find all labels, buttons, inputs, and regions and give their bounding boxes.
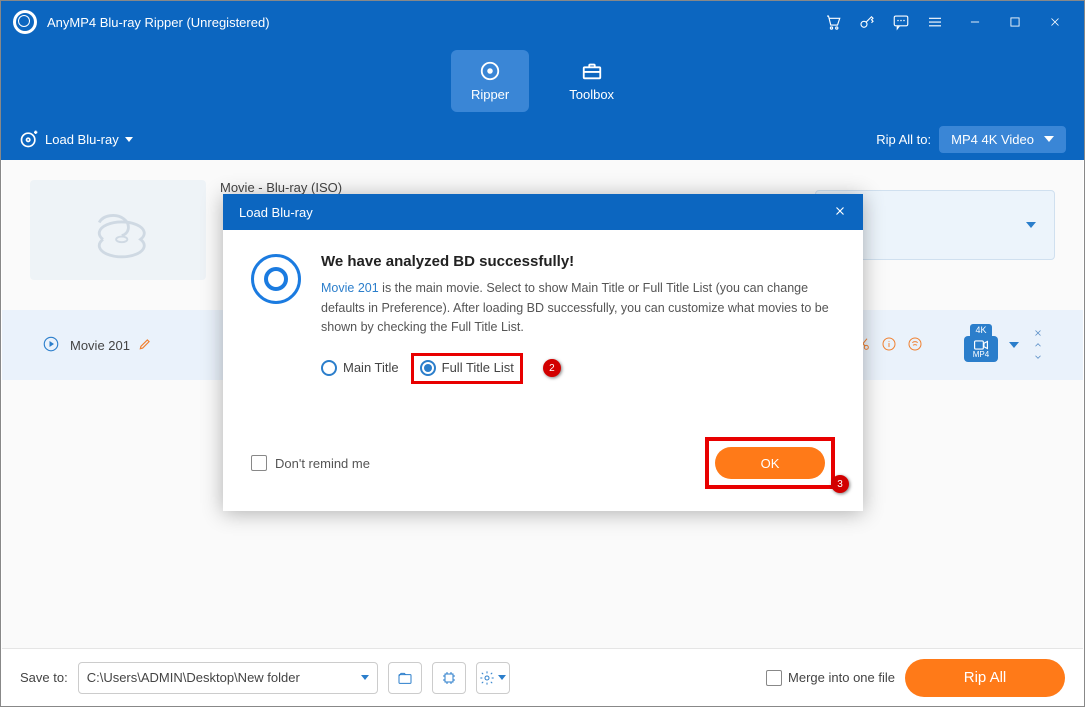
app-logo-icon: [13, 10, 37, 34]
chevron-down-icon[interactable]: [1009, 342, 1019, 348]
gpu-accel-button[interactable]: [432, 662, 466, 694]
info-icon[interactable]: [881, 336, 897, 355]
dialog-text: We have analyzed BD successfully! Movie …: [321, 250, 835, 384]
dialog-title: Load Blu-ray: [239, 205, 313, 220]
load-bluray-label: Load Blu-ray: [45, 132, 119, 147]
tab-toolbox[interactable]: Toolbox: [549, 50, 634, 112]
close-button[interactable]: [1040, 7, 1070, 37]
chevron-down-icon: [498, 675, 506, 680]
dialog-body: We have analyzed BD successfully! Movie …: [223, 230, 863, 404]
record-icon: [479, 60, 501, 82]
highlight-box-3: OK 3: [705, 437, 835, 489]
radio-main-title[interactable]: Main Title: [321, 358, 399, 378]
track-actions: [855, 336, 923, 355]
output-format-label: MP4 4K Video: [951, 132, 1034, 147]
key-icon[interactable]: [852, 7, 882, 37]
menu-icon[interactable]: [920, 7, 950, 37]
disc-icon: [251, 254, 301, 304]
tab-ripper[interactable]: Ripper: [451, 50, 529, 112]
output-format-dropdown[interactable]: MP4 4K Video: [939, 126, 1066, 153]
radio-full-label: Full Title List: [442, 358, 514, 378]
load-bluray-dialog: Load Blu-ray We have analyzed BD success…: [223, 194, 863, 511]
movie-thumbnail[interactable]: [30, 180, 206, 280]
dont-remind-label: Don't remind me: [275, 456, 370, 471]
checkbox-icon: [766, 670, 782, 686]
radio-full-title-list[interactable]: Full Title List: [420, 358, 514, 378]
load-bluray-button[interactable]: Load Blu-ray: [19, 129, 133, 149]
track-format-badge[interactable]: 4K MP4: [963, 324, 999, 366]
rip-all-to-group: Rip All to: MP4 4K Video: [876, 126, 1066, 153]
save-to-label: Save to:: [20, 670, 68, 685]
chevron-down-icon: [1044, 136, 1054, 142]
save-path-dropdown[interactable]: C:\Users\ADMIN\Desktop\New folder: [78, 662, 378, 694]
chevron-down-icon: [361, 675, 369, 680]
dialog-body-text: is the main movie. Select to show Main T…: [321, 281, 829, 334]
title-bar: AnyMP4 Blu-ray Ripper (Unregistered): [1, 1, 1084, 43]
footer-bar: Save to: C:\Users\ADMIN\Desktop\New fold…: [2, 648, 1083, 706]
app-title: AnyMP4 Blu-ray Ripper (Unregistered): [47, 15, 270, 30]
toolbox-icon: [581, 60, 603, 82]
preview-icon[interactable]: [907, 336, 923, 355]
rip-all-button[interactable]: Rip All: [905, 659, 1065, 697]
dont-remind-checkbox[interactable]: Don't remind me: [251, 455, 370, 471]
chevron-down-icon: [125, 137, 133, 142]
toolbar: Load Blu-ray Rip All to: MP4 4K Video: [1, 118, 1084, 160]
ok-button[interactable]: OK: [715, 447, 825, 479]
feedback-icon[interactable]: [886, 7, 916, 37]
maximize-button[interactable]: [1000, 7, 1030, 37]
tab-ripper-label: Ripper: [471, 87, 509, 102]
dialog-heading: We have analyzed BD successfully!: [321, 250, 835, 273]
chevron-down-icon: [1026, 222, 1036, 228]
play-icon[interactable]: [42, 335, 60, 356]
dialog-footer: Don't remind me OK 3: [251, 437, 835, 489]
bluray-disc-icon: [88, 200, 148, 260]
tab-toolbox-label: Toolbox: [569, 87, 614, 102]
rip-all-label: Rip All: [964, 669, 1007, 686]
highlight-box-2: Full Title List: [411, 353, 523, 383]
format-ext: MP4: [973, 350, 989, 359]
checkbox-icon: [251, 455, 267, 471]
merge-checkbox[interactable]: Merge into one file: [766, 670, 895, 686]
settings-button[interactable]: [476, 662, 510, 694]
dialog-title-bar: Load Blu-ray: [223, 194, 863, 230]
chevron-up-icon[interactable]: [1033, 340, 1043, 350]
dialog-close-button[interactable]: [833, 204, 847, 221]
minimize-button[interactable]: [960, 7, 990, 37]
cart-icon[interactable]: [818, 7, 848, 37]
video-icon: [974, 340, 988, 350]
merge-label: Merge into one file: [788, 670, 895, 685]
disc-plus-icon: [19, 129, 39, 149]
radio-icon: [420, 360, 436, 376]
close-small-icon[interactable]: [1033, 328, 1043, 338]
callout-3: 3: [831, 475, 849, 493]
chevron-down-icon[interactable]: [1033, 352, 1043, 362]
callout-2: 2: [543, 359, 561, 377]
edit-icon[interactable]: [138, 337, 152, 354]
track-label: Movie 201: [70, 338, 130, 353]
ok-label: OK: [761, 456, 780, 471]
radio-main-label: Main Title: [343, 358, 399, 378]
title-radio-group: Main Title Full Title List 2: [321, 353, 835, 383]
format-tag: 4K: [970, 324, 992, 336]
browse-folder-button[interactable]: [388, 662, 422, 694]
main-tab-bar: Ripper Toolbox: [1, 43, 1084, 118]
radio-icon: [321, 360, 337, 376]
reorder-arrows[interactable]: [1033, 328, 1043, 362]
rip-all-to-label: Rip All to:: [876, 132, 931, 147]
save-path-text: C:\Users\ADMIN\Desktop\New folder: [87, 670, 300, 685]
movie-link[interactable]: Movie 201: [321, 281, 379, 295]
dialog-description: Movie 201 is the main movie. Select to s…: [321, 279, 835, 337]
app-window: AnyMP4 Blu-ray Ripper (Unregistered) Rip…: [0, 0, 1085, 707]
